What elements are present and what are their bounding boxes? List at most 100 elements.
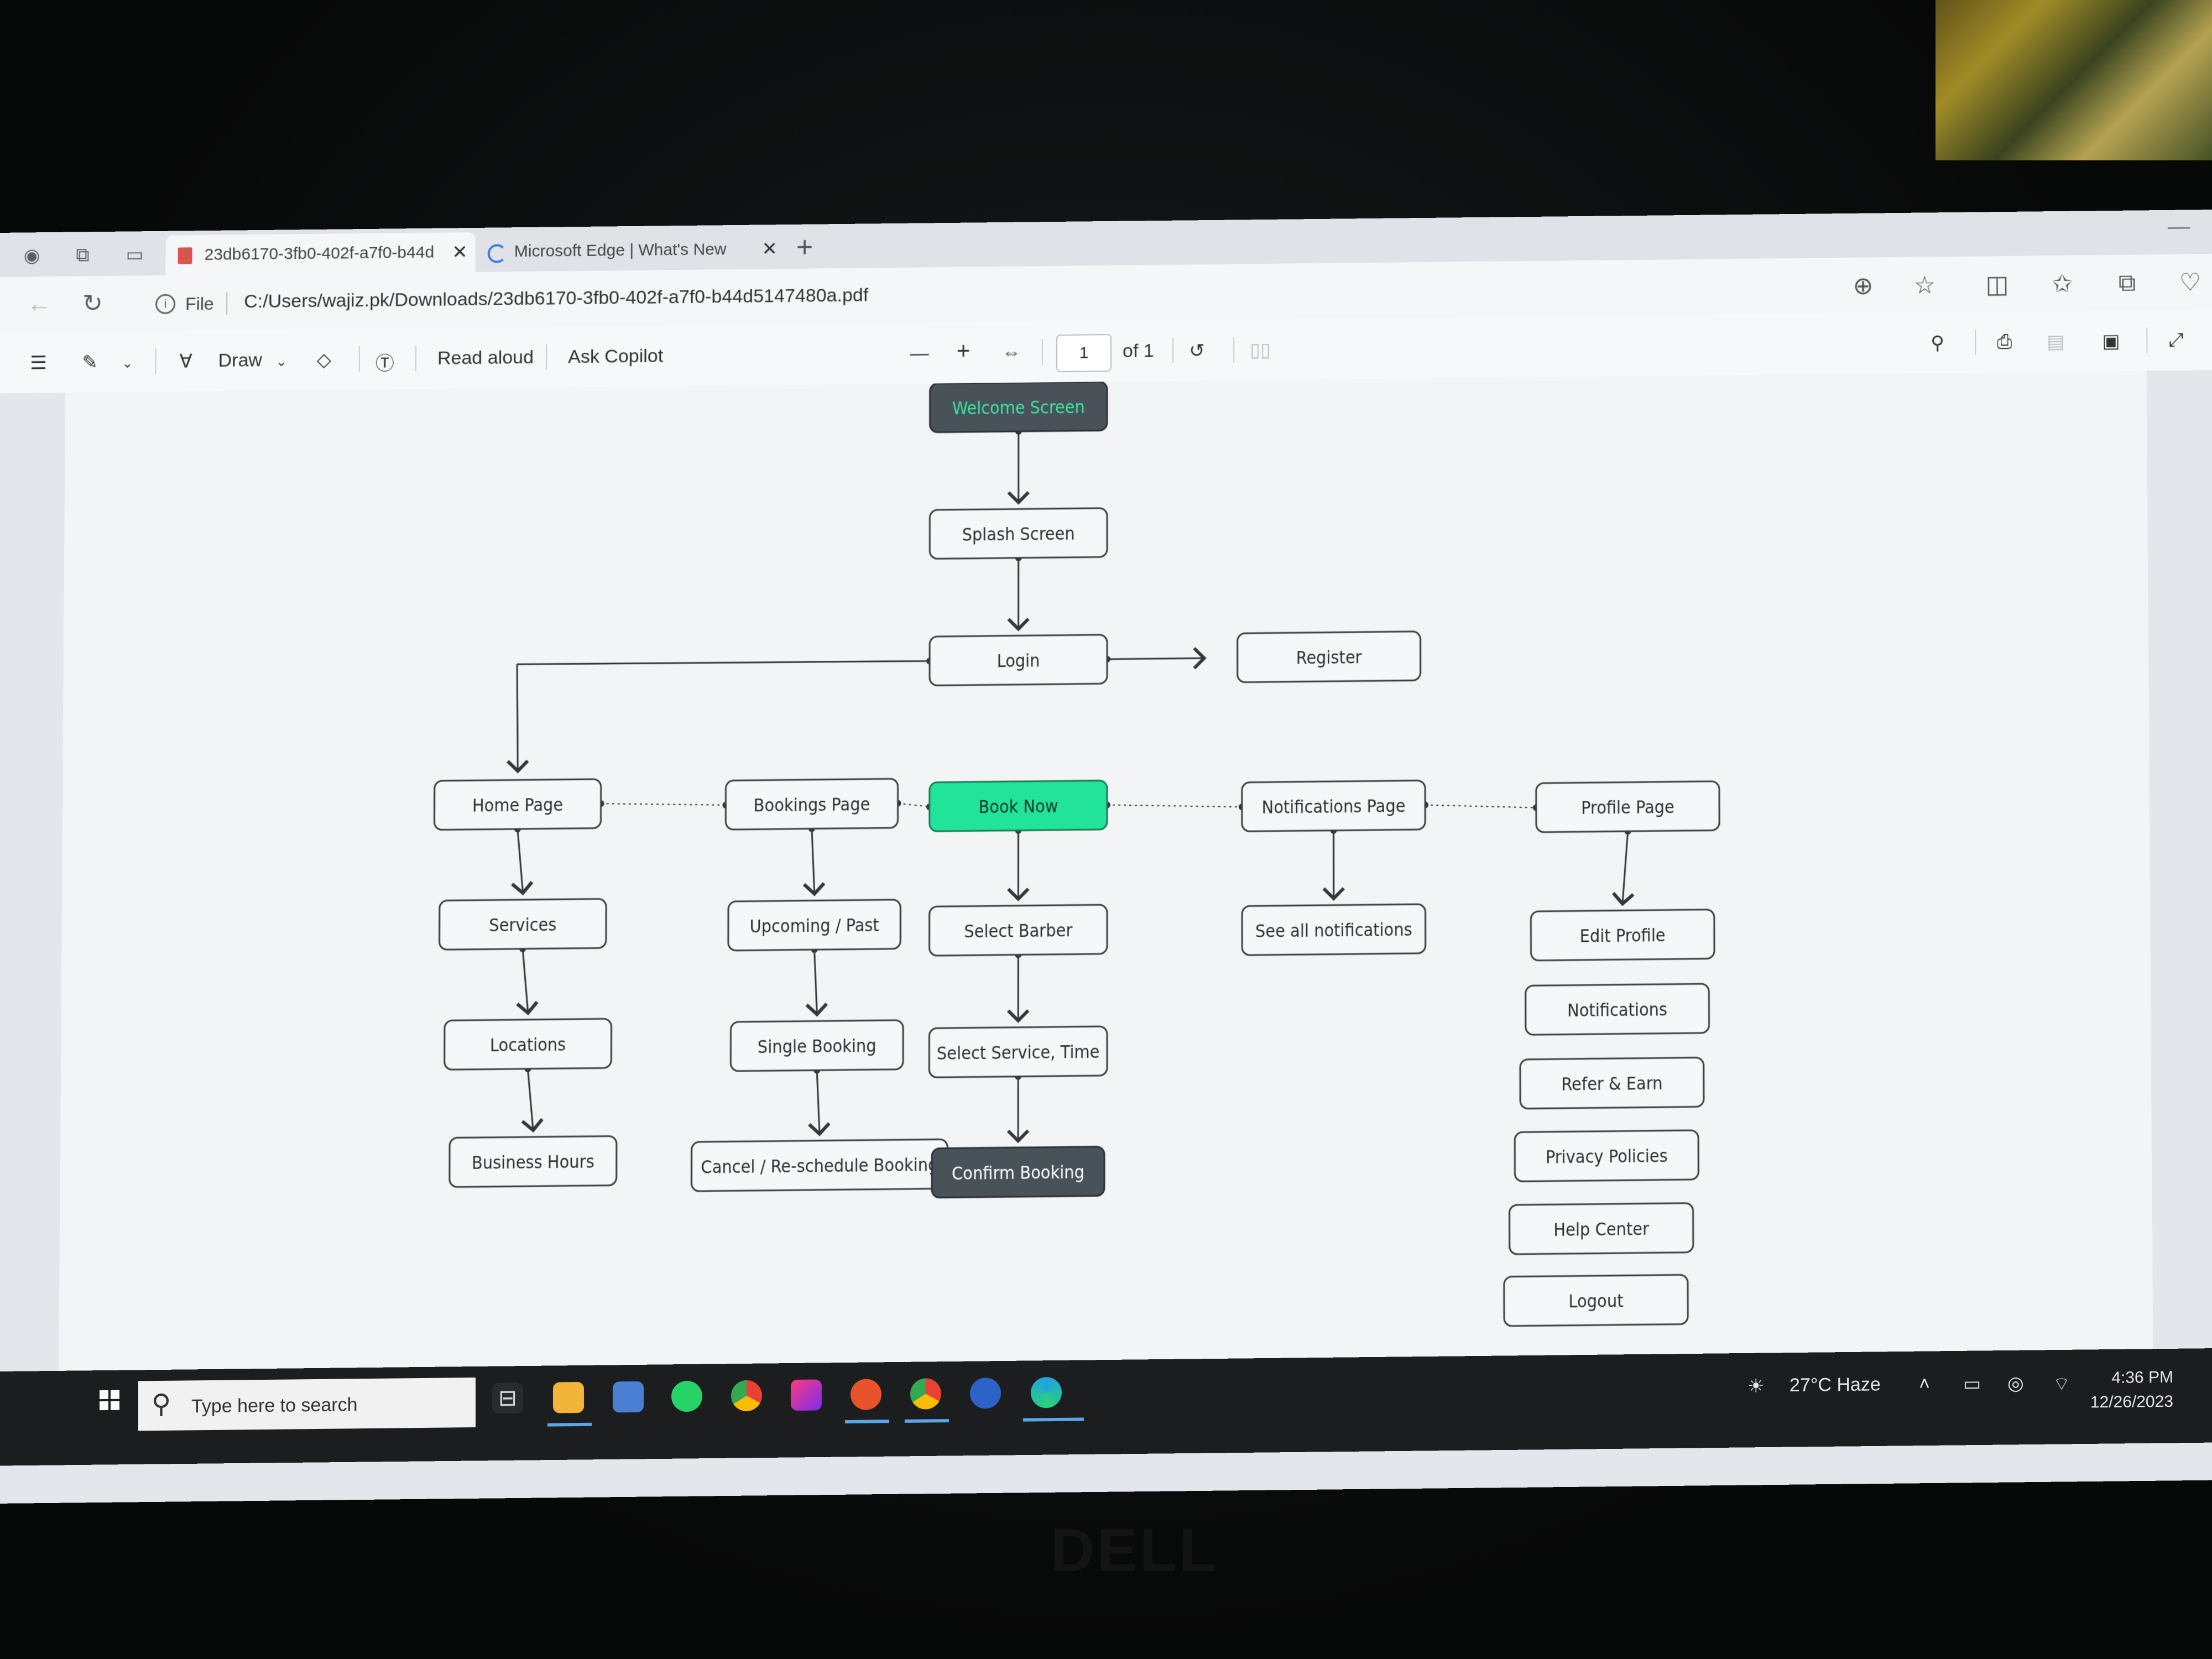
node-edit-profile: Edit Profile xyxy=(1531,910,1714,961)
search-input[interactable]: Type here to search xyxy=(191,1394,358,1417)
close-icon[interactable]: ✕ xyxy=(452,232,468,272)
search-icon[interactable]: ⚲ xyxy=(1931,332,1944,354)
close-icon[interactable]: ✕ xyxy=(761,229,778,269)
windows-start-icon[interactable] xyxy=(100,1390,119,1411)
chevron-up-icon[interactable]: ˄ xyxy=(1919,1373,1930,1395)
node-label: Profile Page xyxy=(1581,796,1674,818)
divider xyxy=(1975,329,1976,355)
page-total: of 1 xyxy=(1123,340,1154,362)
node-business-hours: Business Hours xyxy=(450,1136,617,1187)
node-select-service-time: Select Service, Time xyxy=(929,1026,1107,1077)
node-label: Home Page xyxy=(472,794,563,816)
back-arrow-icon[interactable]: ← xyxy=(27,290,51,318)
star-icon[interactable]: ☆ xyxy=(1913,271,1936,299)
draw-button[interactable]: Draw xyxy=(218,349,262,372)
node-label: Business Hours xyxy=(472,1151,594,1173)
node-bookings: Bookings Page xyxy=(726,779,898,830)
chevron-down-icon[interactable]: ⌄ xyxy=(122,356,133,372)
zoom-icon[interactable]: ⊕ xyxy=(1853,272,1873,300)
file-explorer-icon[interactable] xyxy=(553,1381,584,1413)
weather-icon[interactable]: ☀ xyxy=(1747,1375,1764,1397)
node-single-booking: Single Booking xyxy=(731,1020,903,1071)
workspaces-icon[interactable]: ⧉ xyxy=(70,243,95,267)
whatsapp-icon[interactable] xyxy=(671,1380,702,1412)
eraser-icon[interactable]: ◇ xyxy=(317,349,331,371)
app-icon-orange[interactable] xyxy=(851,1379,881,1410)
node-login: Login xyxy=(930,635,1107,686)
table-of-contents-icon[interactable]: ☰ xyxy=(30,352,47,374)
microsoft-store-icon[interactable] xyxy=(613,1381,644,1413)
add-text-icon[interactable]: Ⓣ xyxy=(375,348,394,375)
profile-avatar-icon[interactable]: ◉ xyxy=(19,243,44,268)
arrow-connector xyxy=(528,1069,533,1130)
node-home: Home Page xyxy=(434,779,601,830)
chrome-icon[interactable] xyxy=(731,1380,762,1412)
node-label: Bookings Page xyxy=(754,794,870,816)
node-label: Notifications xyxy=(1567,999,1667,1021)
url-field[interactable]: C:/Users/wajiz.pk/Downloads/23db6170-3fb… xyxy=(244,285,868,313)
edge-icon[interactable] xyxy=(1031,1376,1062,1408)
rotate-icon[interactable]: ↺ xyxy=(1189,340,1205,362)
tab-edge-whats-new[interactable]: Microsoft Edge | What's New ✕ xyxy=(476,229,785,272)
background-wall-photo xyxy=(1936,0,2212,160)
refresh-icon[interactable]: ↻ xyxy=(82,289,103,317)
wifi-icon[interactable]: ⌔ xyxy=(2053,1372,2070,1396)
weather-text[interactable]: 27°C Haze xyxy=(1790,1374,1881,1396)
read-aloud-button[interactable]: Read aloud xyxy=(437,347,534,369)
divider xyxy=(546,344,547,370)
collections-icon[interactable]: ⧉ xyxy=(2119,269,2136,297)
arrow-connector xyxy=(517,664,518,771)
app-store-icon[interactable] xyxy=(970,1378,1001,1409)
print-icon[interactable]: ⎙ xyxy=(1997,331,2012,353)
node-label: Login xyxy=(997,650,1040,671)
draw-icon[interactable]: ∀ xyxy=(179,350,192,372)
network-icon[interactable]: ◎ xyxy=(2007,1373,2024,1395)
node-notifications: Notifications xyxy=(1526,984,1709,1035)
save-icon[interactable]: ▤ xyxy=(2047,331,2064,353)
diagram-nodes: Welcome Screen Splash Screen Login Register… xyxy=(432,375,1721,1338)
fullscreen-icon[interactable]: ⤢ xyxy=(2168,330,2183,351)
minimize-icon[interactable]: — xyxy=(2168,214,2190,239)
favorites-icon[interactable]: ✩ xyxy=(2052,270,2073,298)
pdf-page: Welcome Screen Splash Screen Login Register… xyxy=(59,371,2154,1442)
split-screen-icon[interactable]: ◫ xyxy=(1985,270,2009,299)
save-as-icon[interactable]: ▣ xyxy=(2102,330,2120,352)
arrow-connector xyxy=(814,950,817,1014)
browser-essentials-icon[interactable]: ♡ xyxy=(2179,268,2201,296)
chrome-profile-icon[interactable] xyxy=(910,1378,941,1410)
node-register: Register xyxy=(1238,632,1421,682)
pdf-viewer-area[interactable]: Welcome Screen Splash Screen Login Register… xyxy=(0,370,2212,1504)
arrow-connector xyxy=(817,1070,820,1134)
task-view-icon[interactable]: ⊟ xyxy=(492,1383,523,1414)
dotted-link xyxy=(1107,804,1242,808)
tab-actions-icon[interactable]: ▭ xyxy=(122,242,147,267)
zoom-in-button[interactable]: + xyxy=(957,338,971,364)
highlight-icon[interactable]: ✎ xyxy=(82,351,98,373)
ask-copilot-button[interactable]: Ask Copilot xyxy=(568,346,663,368)
new-tab-button[interactable]: + xyxy=(796,231,813,264)
divider xyxy=(1172,337,1174,363)
node-label: Select Barber xyxy=(964,920,1072,942)
battery-icon[interactable]: ▭ xyxy=(1963,1373,1981,1395)
node-label: Splash Screen xyxy=(962,523,1075,545)
node-label: Services xyxy=(489,914,556,936)
zoom-out-button[interactable]: — xyxy=(910,342,929,364)
tab-pdf-document[interactable]: 23db6170-3fb0-402f-a7f0-b44d ✕ xyxy=(165,232,476,275)
chevron-down-icon[interactable]: ⌄ xyxy=(276,354,287,370)
page-number-input[interactable]: 1 xyxy=(1056,333,1112,373)
node-label: Privacy Policies xyxy=(1546,1145,1668,1168)
taskbar-search-box[interactable]: ⚲ Type here to search xyxy=(138,1377,476,1431)
info-icon[interactable]: i xyxy=(155,294,176,315)
node-notifications-page: Notifications Page xyxy=(1242,780,1425,831)
page-view-icon[interactable]: ▯▯ xyxy=(1250,339,1270,361)
time-text: 4:36 PM xyxy=(2111,1368,2173,1387)
monitor-screen: ◉ ⧉ ▭ 23db6170-3fb0-402f-a7f0-b44d ✕ Mic… xyxy=(0,210,2212,1504)
divider xyxy=(1233,337,1235,363)
node-welcome: Welcome Screen xyxy=(930,382,1107,432)
node-refer-earn: Refer & Earn xyxy=(1520,1057,1704,1108)
taskbar-clock[interactable]: 4:36 PM 12/26/2023 xyxy=(2090,1365,2173,1415)
node-label: Upcoming / Past xyxy=(750,914,879,937)
app-icon-colorful[interactable] xyxy=(791,1379,822,1411)
node-services: Services xyxy=(439,899,606,950)
fit-to-width-icon[interactable]: ⇔ xyxy=(1002,342,1021,363)
